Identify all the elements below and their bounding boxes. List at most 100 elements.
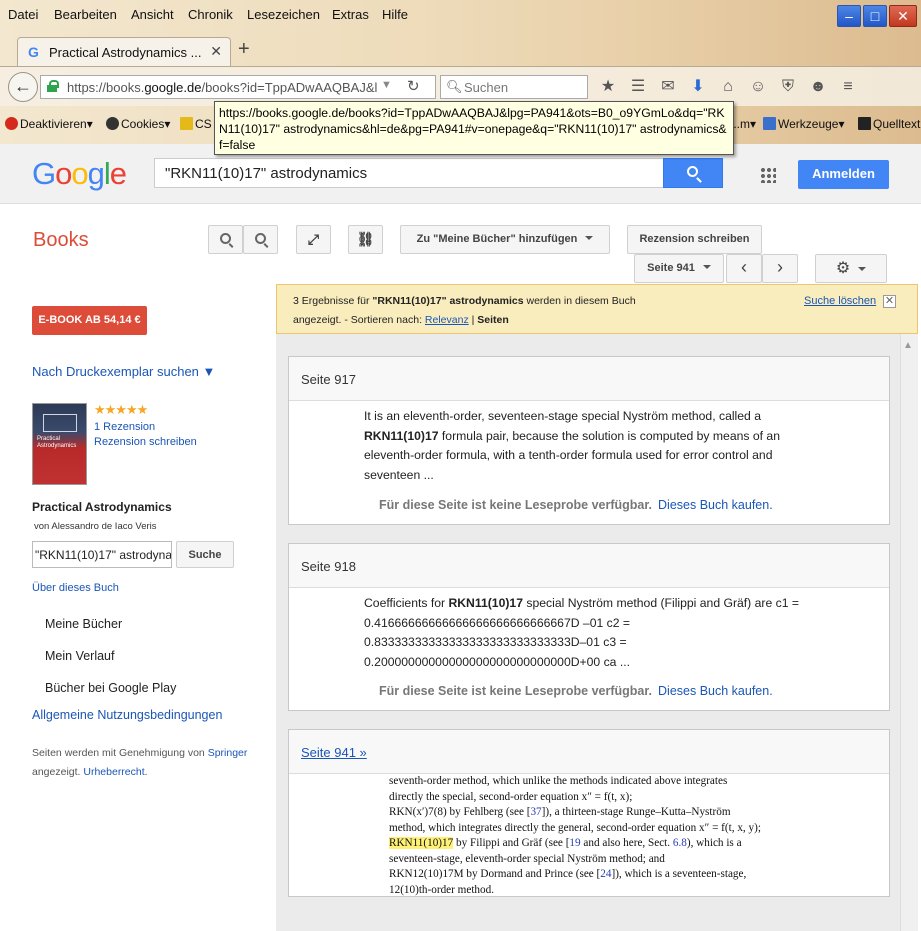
url-text[interactable]: https://books.google.de/books?id=TppADwA… [67,80,382,95]
sort-options: angezeigt. - Sortieren nach: Relevanz | … [293,314,509,326]
menu-hilfe[interactable]: Hilfe [382,7,408,22]
settings-button[interactable]: ⚙ [815,254,887,283]
menu-lesezeichen[interactable]: Lesezeichen [247,7,320,22]
write-review-button[interactable]: Rezension schreiben [627,225,762,254]
book-cover[interactable]: Practical Astrodynamics [32,403,87,485]
new-tab-button[interactable]: + [238,38,250,61]
next-page-button[interactable]: › [762,254,798,283]
cover-title: Practical Astrodynamics [37,436,77,449]
bookmark-cookies[interactable]: Cookies▾ [106,117,170,131]
scroll-up-icon[interactable]: ▲ [903,340,913,351]
browser-search-box[interactable]: 🔍︎ Suchen [440,75,588,99]
find-print-copy-link[interactable]: Nach Druckexemplar suchen ▼ [32,364,215,379]
scan-line: directly the special, second-order equat… [389,790,633,803]
write-review-link[interactable]: Rezension schreiben [94,436,197,448]
download-icon[interactable]: ⬇ [688,77,708,97]
link-button[interactable]: ⛓ [348,225,383,254]
zoom-in-button[interactable] [208,225,243,254]
shield-icon[interactable]: ⛨ [778,77,798,97]
rating-stars: ★★★★★ [94,402,148,417]
zoom-out-icon [255,233,266,244]
publisher-link[interactable]: Springer [208,747,248,759]
search-icon: 🔍︎ [446,79,463,94]
scan-line: 12(10)th-order method. [389,883,495,896]
buy-book-link[interactable]: Dieses Buch kaufen. [658,684,773,698]
page-scan-preview[interactable]: seventh-order method, which unlike the m… [389,774,809,902]
google-search-field[interactable] [154,158,664,188]
close-window-button[interactable]: ✕ [889,5,917,27]
menu-datei[interactable]: Datei [8,7,38,22]
bookmark-star-icon[interactable]: ★ [598,77,618,97]
search-results-notice: 3 Ergebnisse für "RKN11(10)17" astrodyna… [276,284,918,334]
bookmark-css[interactable]: CS [180,117,212,131]
in-book-search-button[interactable]: Suche [176,541,234,568]
result-page-label: Seite 918 [301,559,356,574]
preview-unavailable: Für diese Seite ist keine Leseprobe verf… [379,684,773,698]
result-page-link[interactable]: Seite 941 » [301,745,367,760]
page-select-dropdown[interactable]: Seite 941 [634,254,724,283]
result-header: Seite 918 [289,544,889,588]
chat-icon[interactable]: ☺ [748,77,768,97]
addon-icon[interactable]: ☻ [808,77,828,97]
window-controls: – □ ✕ [837,5,917,27]
book-author: von Alessandro de Iaco Veris [34,521,157,532]
review-count-link[interactable]: 1 Rezension [94,421,155,433]
sort-pages-selected: Seiten [477,314,509,326]
sidebar-item-my-books[interactable]: Meine Bücher [45,617,122,631]
menu-bearbeiten[interactable]: Bearbeiten [54,7,117,22]
in-book-search-input[interactable] [33,542,171,567]
block-icon [5,117,18,130]
google-logo[interactable]: Google [32,156,127,192]
fullscreen-button[interactable]: ⤢ [296,225,331,254]
tab-close-icon[interactable]: ✕ [210,43,222,60]
pocket-icon[interactable]: ✉ [658,77,678,97]
scan-line: seventh-order method, which unlike the m… [389,775,728,787]
result-page-label: Seite 917 [301,372,356,387]
signin-button[interactable]: Anmelden [798,160,889,189]
menu-chronik[interactable]: Chronik [188,7,233,22]
google-search-input[interactable] [155,159,664,187]
hamburger-menu-icon[interactable]: ≡ [838,77,858,97]
sort-relevance-link[interactable]: Relevanz [425,314,469,326]
satellite-image [43,414,77,432]
preview-unavailable: Für diese Seite ist keine Leseprobe verf… [379,498,773,512]
link-icon: ⛓ [356,231,375,247]
bookmark-quelltext[interactable]: Quelltext [858,117,920,131]
add-to-my-books-button[interactable]: Zu "Meine Bücher" hinzufügen [400,225,610,254]
apps-grid-icon[interactable] [760,167,776,183]
highlighted-term: RKN11(10)17 [389,837,454,849]
in-book-search-field[interactable] [32,541,172,568]
url-dropdown-icon[interactable]: ▼ [381,79,392,91]
reload-icon[interactable]: ↻ [407,77,420,95]
sidebar-item-google-play[interactable]: Bücher bei Google Play [45,681,176,695]
ebook-buy-button[interactable]: E-BOOK AB 54,14 € [32,306,147,335]
close-notice-icon[interactable]: ✕ [883,295,896,308]
back-button[interactable]: ← [8,72,38,102]
buy-book-link[interactable]: Dieses Buch kaufen. [658,498,773,512]
clear-search-link[interactable]: Suche löschen [804,295,876,307]
copyright-link[interactable]: Urheberrecht [83,766,144,778]
menu-ansicht[interactable]: Ansicht [131,7,174,22]
person-icon [106,117,119,130]
about-book-link[interactable]: Über dieses Buch [32,582,119,594]
google-search-button[interactable] [663,158,723,188]
bookmark-deaktivieren[interactable]: Deaktivieren▾ [5,117,93,131]
home-icon[interactable]: ⌂ [718,77,738,97]
prev-page-button[interactable]: ‹ [726,254,762,283]
scrollbar[interactable] [900,334,918,931]
result-card-917: Seite 917 It is an eleventh-order, seven… [288,356,890,525]
reader-list-icon[interactable]: ☰ [628,77,648,97]
minimize-button[interactable]: – [837,5,861,27]
bookmark-werkzeuge[interactable]: Werkzeuge▾ [763,117,845,131]
scan-bullet-line: •RKN(x′)7(8) by Fehlberg (see [37]), a t… [389,806,731,818]
scan-bullet-line: •RKN12(10)17M by Dormand and Prince (see… [389,868,747,880]
address-bar[interactable]: https://books.google.de/books?id=TppADwA… [40,75,436,99]
terms-link[interactable]: Allgemeine Nutzungsbedingungen [32,708,222,722]
scan-line: seventeen-stage, eleventh-order special … [389,852,665,865]
menu-extras[interactable]: Extras [332,7,369,22]
sidebar-item-history[interactable]: Mein Verlauf [45,649,114,663]
maximize-button[interactable]: □ [863,5,887,27]
zoom-out-button[interactable] [243,225,278,254]
books-title[interactable]: Books [33,229,89,252]
browser-tab[interactable]: G Practical Astrodynamics ... ✕ [17,37,231,66]
